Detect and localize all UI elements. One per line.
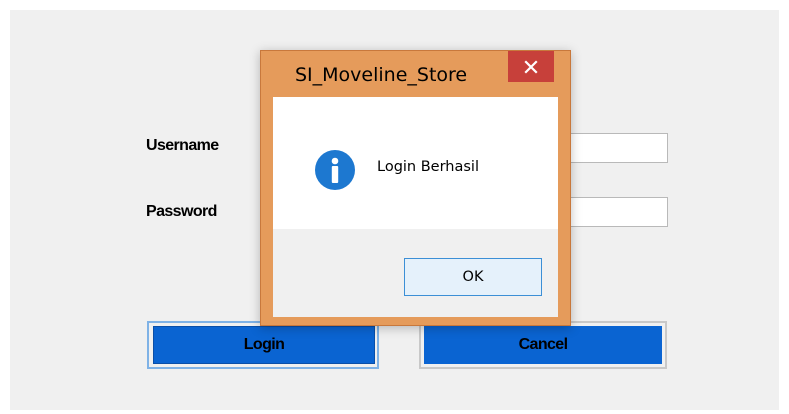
ok-button[interactable]: OK xyxy=(404,258,542,296)
password-input[interactable] xyxy=(557,197,668,227)
close-icon xyxy=(524,59,538,74)
close-button[interactable] xyxy=(508,51,554,82)
username-input[interactable] xyxy=(557,133,668,163)
password-label: Password xyxy=(146,203,217,220)
info-icon xyxy=(315,150,355,190)
dialog-body: Login Berhasil OK xyxy=(273,97,558,317)
username-label: Username xyxy=(146,137,219,154)
dialog-message: Login Berhasil xyxy=(377,159,479,175)
login-button[interactable]: Login xyxy=(153,326,375,364)
cancel-button[interactable]: Cancel xyxy=(424,326,662,364)
message-dialog: SI_Moveline_Store Login Berhasil OK xyxy=(260,50,571,326)
